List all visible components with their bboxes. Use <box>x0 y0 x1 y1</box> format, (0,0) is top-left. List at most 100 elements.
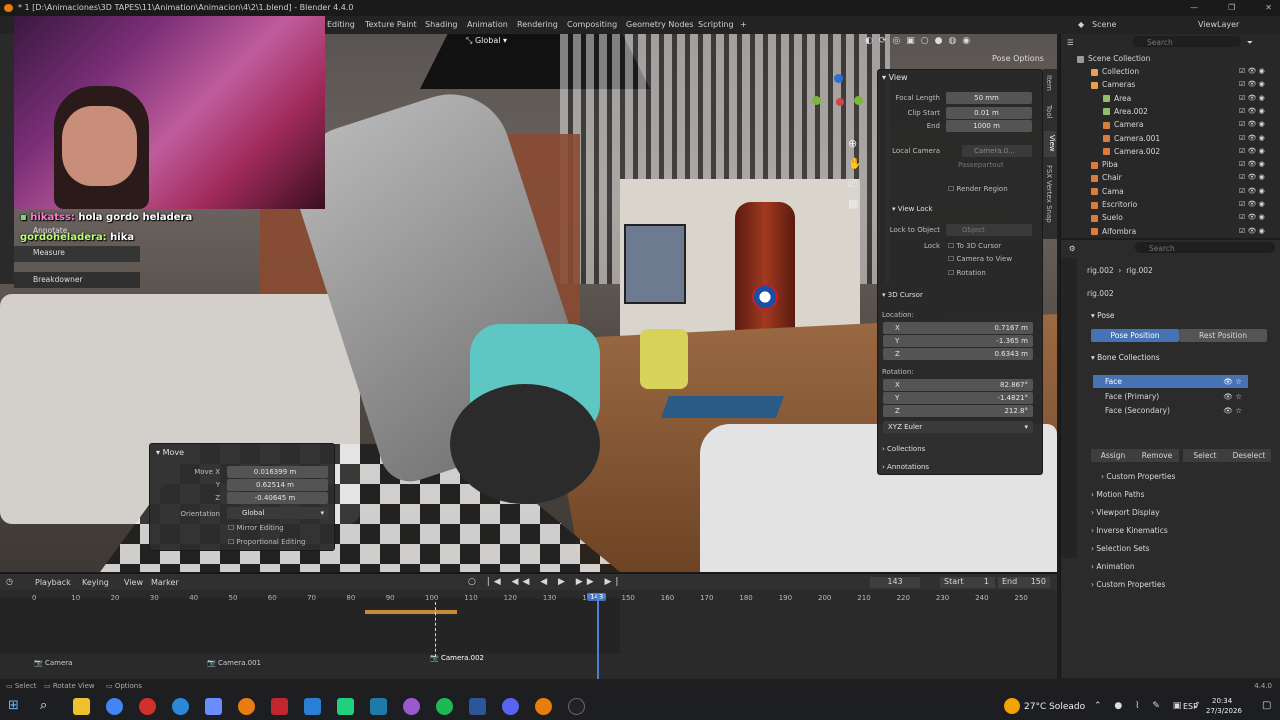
close-icon[interactable]: ✕ <box>1265 0 1272 16</box>
outliner-item[interactable]: Piba ☑ 👁 ◉ <box>1091 158 1271 171</box>
tool-breakdowner[interactable]: Breakdowner <box>14 272 140 288</box>
tool-annotate[interactable]: Annotate <box>33 226 67 235</box>
tab-rendering[interactable]: Rendering <box>517 16 558 34</box>
viewport-display-header[interactable]: › Viewport Display <box>1091 506 1160 519</box>
windows-start-icon[interactable]: ⊞ <box>8 698 25 715</box>
rotation-lock-checkbox[interactable]: ☐ Rotation <box>948 269 986 277</box>
render-region-checkbox[interactable]: ☐ Render Region <box>948 185 1008 193</box>
outliner-item[interactable]: Cama ☑ 👁 ◉ <box>1091 185 1271 198</box>
material-icon[interactable]: ◍ <box>949 36 957 50</box>
tab-fsx-vertex-snap[interactable]: FSX Vertex Snap <box>1045 165 1053 223</box>
outliner-item[interactable]: Alfombra ☑ 👁 ◉ <box>1091 225 1271 238</box>
navigation-gizmo[interactable] <box>810 74 865 129</box>
visibility-toggle-icons[interactable]: ☑ 👁 ◉ <box>1239 132 1265 145</box>
visibility-eye-icon[interactable]: 👁 ☆ <box>1223 390 1242 403</box>
lock-to-object-field[interactable]: Object <box>946 224 1032 236</box>
camera-view-icon[interactable]: ⎚ <box>848 174 862 194</box>
app-icon-2[interactable] <box>403 698 420 715</box>
visibility-toggle-icons[interactable]: ☑ 👁 ◉ <box>1239 225 1265 238</box>
visibility-toggle-icons[interactable]: ☑ 👁 ◉ <box>1239 211 1265 224</box>
scene-name[interactable]: Scene <box>1092 16 1116 34</box>
visibility-icon[interactable]: ◐ <box>865 36 873 50</box>
gizmo-icon[interactable]: ⟳ <box>879 36 887 50</box>
photoshop-icon[interactable] <box>304 698 321 715</box>
outliner-item[interactable]: Chair ☑ 👁 ◉ <box>1091 171 1271 184</box>
visibility-toggle-icons[interactable]: ☑ 👁 ◉ <box>1239 118 1265 131</box>
move-x-field[interactable]: 0.016399 m <box>227 466 328 478</box>
pose-options[interactable]: Pose Options <box>992 54 1044 63</box>
start-frame-field[interactable]: Start 1 <box>940 577 995 588</box>
rest-position-button[interactable]: Rest Position <box>1179 329 1267 342</box>
pose-position-button[interactable]: Pose Position <box>1091 329 1179 342</box>
passepartout-checkbox[interactable]: Passepartout <box>958 161 1004 169</box>
visibility-eye-icon[interactable]: 👁 ☆ <box>1223 375 1242 388</box>
view-layer-name[interactable]: ViewLayer <box>1198 16 1239 34</box>
outliner-scene-collection[interactable]: Scene Collection <box>1077 52 1150 65</box>
cursor-loc-z[interactable]: Z 0.6343 m <box>883 348 1033 360</box>
marker-camera-002[interactable]: 📷 Camera.002 <box>430 654 484 662</box>
visibility-toggle-icons[interactable]: ☑ 👁 ◉ <box>1239 105 1265 118</box>
wireframe-icon[interactable]: ○ <box>921 36 929 50</box>
clip-end-field[interactable]: 1000 m <box>946 120 1032 132</box>
solid-icon[interactable]: ● <box>935 36 943 50</box>
outliner-item[interactable]: Collection ☑ 👁 ◉ <box>1091 65 1271 78</box>
collections-header[interactable]: › Collections <box>882 445 925 453</box>
custom-properties-header[interactable]: › Custom Properties <box>1091 578 1165 591</box>
bone-collection-face-secondary[interactable]: Face (Secondary) 👁 ☆ <box>1093 404 1248 417</box>
outliner-item[interactable]: Camera.002 ☑ 👁 ◉ <box>1103 145 1280 158</box>
outliner-search[interactable]: Search <box>1133 36 1241 47</box>
current-frame-field[interactable]: 143 <box>870 577 920 588</box>
maximize-icon[interactable]: ❐ <box>1228 0 1235 16</box>
rotation-mode-dropdown[interactable]: XYZ Euler ▾ <box>883 421 1033 433</box>
motion-paths-header[interactable]: › Motion Paths <box>1091 488 1145 501</box>
outliner-item[interactable]: Area.002 ☑ 👁 ◉ <box>1103 105 1280 118</box>
camera-to-view-checkbox[interactable]: ☐ Camera to View <box>948 255 1012 263</box>
tab-item[interactable]: Item <box>1045 75 1053 91</box>
mirror-editing-checkbox[interactable]: ☐ Mirror Editing <box>228 524 284 532</box>
clip-start-field[interactable]: 0.01 m <box>946 107 1032 119</box>
clock-date[interactable]: 27/3/2026 <box>1206 707 1242 715</box>
edge-icon[interactable] <box>172 698 189 715</box>
weather-text[interactable]: 27°C Soleado <box>1024 702 1085 712</box>
add-workspace-icon[interactable]: + <box>740 16 747 34</box>
playback-controls[interactable]: ○ |◀ ◀◀ ◀ ▶ ▶▶ ▶| <box>468 577 622 587</box>
outliner-item[interactable]: Area ☑ 👁 ◉ <box>1103 92 1280 105</box>
xray-icon[interactable]: ▣ <box>906 36 915 50</box>
spotify-icon[interactable] <box>436 698 453 715</box>
minimize-icon[interactable]: — <box>1190 0 1198 16</box>
visibility-toggle-icons[interactable]: ☑ 👁 ◉ <box>1239 158 1265 171</box>
visual-studio-icon[interactable] <box>370 698 387 715</box>
visibility-toggle-icons[interactable]: ☑ 👁 ◉ <box>1239 198 1265 211</box>
tab-compositing[interactable]: Compositing <box>567 16 617 34</box>
language-indicator[interactable]: ESP <box>1183 702 1198 711</box>
cursor-loc-y[interactable]: Y -1.365 m <box>883 335 1033 347</box>
animation-header[interactable]: › Animation <box>1091 560 1135 573</box>
app-icon-1[interactable] <box>205 698 222 715</box>
tab-texture-paint[interactable]: Texture Paint <box>365 16 417 34</box>
props-search[interactable]: Search <box>1135 242 1275 253</box>
overlay-icon[interactable]: ◎ <box>892 36 900 50</box>
inverse-kinematics-header[interactable]: › Inverse Kinematics <box>1091 524 1168 537</box>
editor-type-icon[interactable]: ◷ <box>6 577 13 586</box>
visibility-toggle-icons[interactable]: ☑ 👁 ◉ <box>1239 185 1265 198</box>
outliner-item[interactable]: Escritorio ☑ 👁 ◉ <box>1091 198 1271 211</box>
annotations-header[interactable]: › Annotations <box>882 463 929 471</box>
custom-properties-sub[interactable]: › Custom Properties <box>1101 470 1175 483</box>
chrome-icon[interactable] <box>106 698 123 715</box>
tab-scripting[interactable]: Scripting <box>698 16 734 34</box>
discord-icon[interactable] <box>502 698 519 715</box>
voicemeeter-icon[interactable] <box>271 698 288 715</box>
visibility-toggle-icons[interactable]: ☑ 👁 ◉ <box>1239 78 1265 91</box>
cursor-rot-y[interactable]: Y -1.4821° <box>883 392 1033 404</box>
obs-icon[interactable] <box>568 698 585 715</box>
zoom-icon[interactable]: ⊕ <box>848 134 862 154</box>
move-panel-header[interactable]: ▾ Move <box>156 448 184 457</box>
view-section-header[interactable]: ▾ View <box>882 73 908 82</box>
word-icon[interactable] <box>469 698 486 715</box>
cursor-rot-z[interactable]: Z 212.8° <box>883 405 1033 417</box>
visibility-eye-icon[interactable]: 👁 ☆ <box>1223 404 1242 417</box>
move-z-field[interactable]: -0.40645 m <box>227 492 328 504</box>
file-explorer-icon[interactable] <box>73 698 90 715</box>
tab-editing[interactable]: Editing <box>327 16 355 34</box>
select-button[interactable]: Select <box>1183 449 1227 462</box>
